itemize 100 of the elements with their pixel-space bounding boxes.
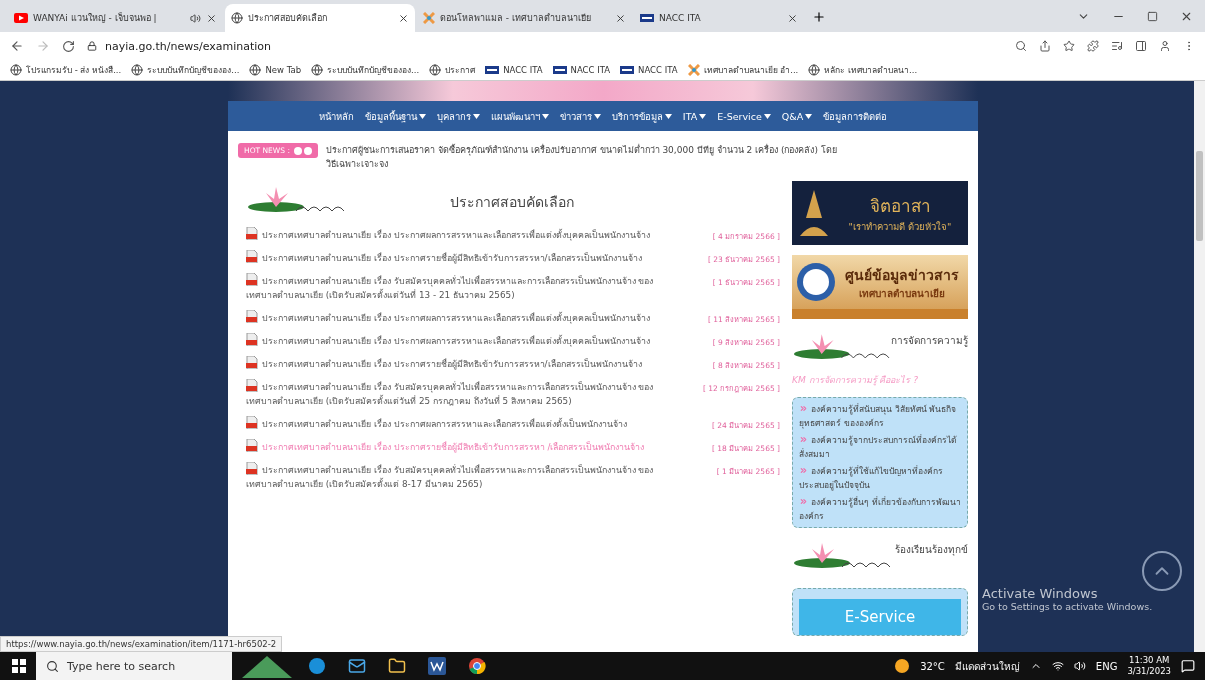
globe-icon bbox=[10, 64, 22, 76]
browser-tab[interactable]: ดอนโหลพาแมล - เทศบาลตำบลนาเยีย bbox=[417, 4, 632, 32]
sidebar-heading: การจัดการความรู้ bbox=[891, 334, 968, 348]
new-tab-icon[interactable] bbox=[812, 10, 826, 24]
speaker-icon[interactable] bbox=[1073, 660, 1086, 672]
browser-tab[interactable]: NACC ITA bbox=[634, 4, 804, 32]
activation-hint: Go to Settings to activate Windows. bbox=[982, 601, 1153, 612]
nav-link[interactable]: ข้อมูลพื้นฐาน bbox=[364, 108, 426, 124]
sun-icon bbox=[894, 658, 911, 674]
activation-title: Activate Windows bbox=[982, 586, 1099, 601]
search-icon bbox=[46, 659, 59, 673]
bullet-icon bbox=[799, 497, 808, 506]
bookmark[interactable]: ระบบบันทึกบัญชีขององ... bbox=[131, 63, 240, 77]
pdf-icon bbox=[246, 310, 258, 323]
pdf-icon bbox=[246, 250, 258, 263]
close-icon[interactable] bbox=[787, 12, 798, 24]
weather-text: มีแดดส่วนใหญ่ bbox=[954, 659, 1020, 674]
announcement-link[interactable]: ประกาศเทศบาลตำบลนาเยีย เรื่อง ประกาศผลการสรรหาและเลือกสรรเพื่อแต่งตั้งบุคคลเป็นพนักงานจ้าง bbox=[246, 310, 676, 325]
globe-icon bbox=[311, 64, 324, 76]
browser-tab[interactable]: WANYAi แวนใหญ่ - เจ็บจนพอ | bbox=[8, 4, 223, 32]
announcement-link[interactable]: ประกาศเทศบาลตำบลนาเยีย เรื่อง รับสมัครบุคคลทั่วไปเพื่อสรรหาและการเลือกสรรเป็นพนักงานจ้าง ของเทศบาลตำบลนาเยีย (เปิดรับสมัครตั้งแต่วันที่ 25 กรกฎาคม ถึงวันที่ 5 สิงหาคม 2565) bbox=[246, 379, 676, 408]
pdf-icon bbox=[246, 273, 258, 286]
announcement-link[interactable]: ประกาศเทศบาลตำบลนาเยีย เรื่อง รับสมัครบุคคลทั่วไปเพื่อสรรหาและการเลือกสรรเป็นพนักงานจ้าง ของเทศบาลตำบลนาเยีย (เปิดรับสมัครตั้งแต่วันที่ 13 - 21 ธันวาคม 2565) bbox=[246, 273, 676, 302]
nav-link[interactable]: แผนพัฒนาฯ bbox=[490, 108, 549, 124]
playlist-icon[interactable] bbox=[1111, 40, 1123, 52]
announcement-link[interactable]: ประกาศเทศบาลตำบลนาเยีย เรื่อง ประกาศผลการสรรหาและเลือกสรรเพื่อแต่งตั้งบุคคลเป็นพนักงานจ้าง bbox=[246, 333, 676, 348]
nav-link[interactable]: ข้อมูลการติดต่อ bbox=[823, 108, 888, 124]
bullet-icon bbox=[799, 404, 808, 413]
status-url: https://www.nayia.go.th/news/examination/item/1171-hr6502-2 bbox=[0, 636, 283, 652]
star-icon[interactable] bbox=[1063, 40, 1075, 52]
profile-icon[interactable] bbox=[1159, 40, 1171, 52]
lock-icon bbox=[87, 41, 97, 51]
back-icon[interactable] bbox=[10, 39, 24, 53]
volunteer-banner[interactable]: จิตอาสา "เราทำความดี ด้วยหัวใจ" bbox=[792, 181, 968, 245]
bullet-icon bbox=[799, 466, 808, 475]
search-icon[interactable] bbox=[1015, 40, 1027, 52]
close-icon[interactable] bbox=[398, 12, 409, 24]
bookmark[interactable]: ระบบบันทึกบัญชีขององ... bbox=[311, 63, 420, 77]
mail-icon[interactable] bbox=[348, 657, 366, 675]
colorful-logo-icon bbox=[423, 12, 435, 24]
globe-icon bbox=[131, 64, 144, 76]
clock[interactable]: 11:30 AM 3/31/2023 bbox=[1127, 655, 1171, 677]
side-panel-icon[interactable] bbox=[1135, 40, 1147, 52]
bookmark[interactable]: โปรแกรมรับ - ส่ง หนังสื... bbox=[10, 63, 122, 77]
close-icon[interactable] bbox=[206, 12, 217, 24]
chrome-icon[interactable] bbox=[468, 657, 486, 675]
nav-link[interactable]: ITA bbox=[682, 110, 707, 122]
video-icon bbox=[14, 13, 28, 23]
bookmark[interactable]: เทศบาลตำบลนาเยีย อำ... bbox=[687, 63, 799, 77]
pdf-icon bbox=[246, 416, 258, 429]
reload-icon[interactable] bbox=[62, 39, 75, 53]
wifi-icon[interactable] bbox=[1051, 660, 1064, 672]
announcement-link[interactable]: ประกาศเทศบาลตำบลนาเยีย เรื่อง ประกาศผลการสรรหาและเลือกสรรเพื่อแต่งตั้งเป็นพนักงานจ้าง bbox=[246, 416, 676, 431]
bookmark[interactable]: NACC ITA bbox=[552, 65, 611, 75]
ita-logo-icon bbox=[640, 14, 654, 22]
announcement-link[interactable]: ประกาศเทศบาลตำบลนาเยีย เรื่อง ประกาศรายชื่อผู้มีสิทธิเข้ารับการสรรหา/เลือกสรรเป็นพนักงานจ้าง bbox=[246, 356, 676, 371]
km-link[interactable]: องค์ความรู้ที่ใช้แก้ไขปัญหาที่องค์กรประสบอยู่ในปัจจุบัน bbox=[799, 464, 961, 492]
globe-icon bbox=[429, 64, 442, 76]
bookmark[interactable]: หลักะ เทศบาลตำบลนา... bbox=[808, 63, 918, 77]
taskbar-search[interactable]: Type here to search bbox=[36, 652, 232, 680]
announcement-link[interactable]: ประกาศเทศบาลตำบลนาเยีย เรื่อง ประกาศผลการสรรหาและเลือกสรรเพื่อแต่งตั้งบุคคลเป็นพนักงานจ้าง bbox=[246, 227, 676, 242]
share-icon[interactable] bbox=[1039, 40, 1051, 52]
bookmark[interactable]: New Tab bbox=[249, 64, 302, 76]
nav-link[interactable]: ข่าวสาร bbox=[559, 108, 601, 124]
puzzle-icon[interactable] bbox=[1087, 40, 1099, 52]
km-link[interactable]: องค์ความรู้จากประสบการณ์ที่องค์กรได้สั่งสมมา bbox=[799, 433, 961, 461]
bookmark[interactable]: ประกาศ bbox=[429, 63, 476, 77]
info-center-banner[interactable]: ศูนย์ข้อมูลข่าวสาร เทศบาลตำบลนาเยีย bbox=[792, 255, 968, 319]
pdf-icon bbox=[246, 333, 258, 346]
scrollbar[interactable] bbox=[1194, 81, 1205, 652]
km-link[interactable]: องค์ความรู้ที่สนับสนุน วิสัยทัศน์ พันธกิจ ยุทธศาสตร์ ขององค์กร bbox=[799, 402, 961, 430]
close-icon[interactable] bbox=[615, 12, 626, 24]
scroll-top-button[interactable] bbox=[1142, 551, 1182, 591]
km-link[interactable]: องค์ความรู้อื่นๆ ที่เกี่ยวข้องกับการพัฒนาองค์กร bbox=[799, 495, 961, 523]
notification-icon[interactable] bbox=[1181, 659, 1195, 673]
folder-icon[interactable] bbox=[388, 657, 406, 675]
news-ticker-text[interactable]: ประกาศผู้ชนะการเสนอราคา จัดซื้อครุภัณฑ์สำนักงาน เครื่องปรับอากาศ ขนาดไม่ต่ำกว่า 30,000 บีทียู จำนวน 2 เครื่อง (กองคลัง) โดยวิธีเฉพาะเจาะจง bbox=[325, 143, 846, 171]
seal-icon bbox=[796, 262, 836, 302]
nav-link[interactable]: บุคลากร bbox=[436, 108, 480, 124]
ita-logo-icon bbox=[620, 66, 635, 74]
word-icon[interactable] bbox=[428, 657, 446, 675]
address-bar[interactable]: nayia.go.th/news/examination bbox=[87, 35, 1003, 57]
nav-link[interactable]: Q&A bbox=[781, 110, 813, 122]
temperature: 32°C bbox=[920, 660, 945, 672]
globe-icon bbox=[808, 64, 821, 76]
announcement-link[interactable]: ประกาศเทศบาลตำบลนาเยีย เรื่อง รับสมัครบุคคลทั่วไปเพื่อสรรหาและการเลือกสรรเป็นพนักงานจ้าง ของเทศบาลตำบลนาเยีย (เปิดรับสมัครตั้งแต่ 8-17 มีนาคม 2565) bbox=[246, 462, 676, 491]
nav-link[interactable]: บริการข้อมูล bbox=[611, 108, 672, 124]
bookmark[interactable]: NACC ITA bbox=[485, 65, 543, 75]
globe-icon bbox=[231, 12, 243, 24]
globe-icon bbox=[249, 64, 262, 76]
browser-tab[interactable]: ประกาศสอบคัดเลือก bbox=[225, 4, 415, 32]
nav-link[interactable]: E-Service bbox=[717, 110, 771, 122]
nav-link[interactable]: หน้าหลัก bbox=[318, 108, 354, 124]
windows-start-icon[interactable] bbox=[12, 659, 26, 673]
maximize-icon[interactable] bbox=[1147, 10, 1158, 22]
ita-logo-icon bbox=[552, 66, 567, 74]
language-indicator[interactable]: ENG bbox=[1095, 660, 1118, 672]
bookmark[interactable]: NACC ITA bbox=[620, 65, 678, 75]
announcement-link[interactable]: ประกาศเทศบาลตำบลนาเยีย เรื่อง ประกาศรายชื่อผู้มีสิทธิเข้ารับการสรรหา/เลือกสรรเป็นพนักงานจ้าง bbox=[246, 250, 676, 265]
bullet-icon bbox=[799, 435, 808, 444]
